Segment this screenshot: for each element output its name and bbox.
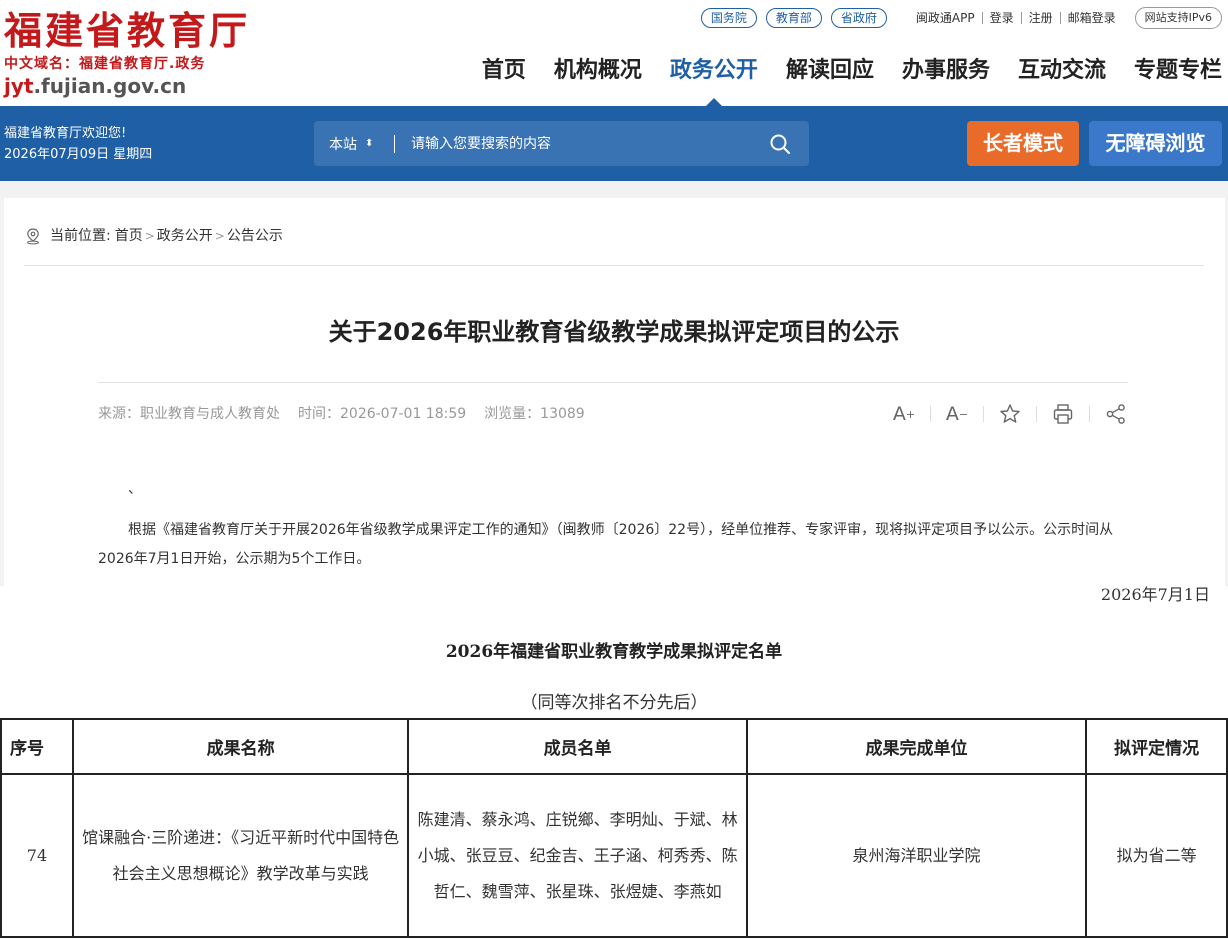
col-header-name: 成果名称 (71, 718, 410, 775)
nav-interaction[interactable]: 互动交流 (1018, 54, 1106, 88)
article-tools: A + A − (892, 402, 1128, 426)
results-table: 序号 成果名称 成员名单 成果完成单位 拟评定情况 74 馆课融合·三阶递进：《… (0, 718, 1228, 938)
breadcrumb-prefix: 当前位置: (50, 228, 111, 244)
link-state-council[interactable]: 国务院 (700, 8, 757, 28)
nav-interpretation[interactable]: 解读回应 (786, 54, 874, 88)
breadcrumb-separator-icon: > (144, 229, 155, 243)
cell-status: 拟为省二等 (1085, 773, 1228, 938)
print-icon[interactable] (1051, 402, 1075, 426)
site-url-suffix: .fujian.gov.cn (33, 74, 187, 98)
search-scope-select[interactable]: 本站 ⬍ (314, 134, 394, 154)
col-header-unit: 成果完成单位 (745, 718, 1088, 775)
article-title: 关于2026年职业教育省级教学成果拟评定项目的公示 (328, 318, 900, 346)
breadcrumb-gov-affairs[interactable]: 政务公开 (157, 226, 213, 246)
search-bar: 本站 ⬍ (314, 121, 809, 166)
announcement-date: 2026年7月1日 (1100, 585, 1210, 604)
search-divider (394, 134, 395, 153)
breadcrumb-home[interactable]: 首页 (115, 226, 143, 246)
list-subtitle: （同等次排名不分先后） (520, 693, 708, 713)
article-time: 时间：2026-07-01 18:59 (298, 406, 467, 422)
breadcrumb-divider (24, 265, 1204, 266)
favorite-star-icon[interactable] (998, 402, 1022, 426)
font-decrease-icon[interactable]: A − (945, 402, 969, 426)
site-domain-label: 中文域名：福建省教育厅.政务 (4, 56, 206, 72)
col-header-status: 拟评定情况 (1085, 718, 1228, 775)
tool-divider (983, 406, 984, 422)
site-header: 福建省教育厅 中文域名：福建省教育厅.政务 jyt.fujian.gov.cn … (0, 0, 1228, 107)
col-header-members: 成员名单 (407, 718, 748, 775)
stray-mark: 、 (128, 481, 142, 497)
welcome-text: 福建省教育厅欢迎您! (4, 126, 127, 141)
link-register[interactable]: 注册 (1020, 12, 1060, 24)
welcome-block: 福建省教育厅欢迎您! 2026年07月09日 星期四 (4, 123, 152, 165)
font-increase-icon[interactable]: A + (892, 402, 916, 426)
article-source: 来源：职业教育与成人教育处 (98, 406, 280, 422)
link-provincial-gov[interactable]: 省政府 (830, 8, 887, 28)
cell-members: 陈建清、蔡永鸿、庄锐鄉、李明灿、于斌、林小城、张豆豆、纪金吉、王子涵、柯秀秀、陈… (407, 773, 748, 938)
article-views: 浏览量：13089 (484, 406, 585, 422)
main-nav: 首页 机构概况 政务公开 解读回应 办事服务 互动交流 专题专栏 (454, 54, 1222, 107)
share-icon[interactable] (1104, 402, 1128, 426)
col-header-index: 序号 (0, 718, 74, 775)
tool-divider (1089, 406, 1090, 422)
link-login[interactable]: 登录 (981, 12, 1021, 24)
table-header-row: 序号 成果名称 成员名单 成果完成单位 拟评定情况 (0, 718, 1228, 775)
cell-index: 74 (0, 773, 74, 938)
link-mzt-app[interactable]: 闽政通APP (896, 12, 982, 24)
ipv6-badge: 网站支持IPv6 (1134, 7, 1222, 29)
site-logo-title[interactable]: 福建省教育厅 (4, 8, 250, 54)
table-row: 74 馆课融合·三阶递进：《习近平新时代中国特色社会主义思想概论》教学改革与实践… (0, 773, 1228, 938)
tool-divider (930, 406, 931, 422)
elder-mode-button[interactable]: 长者模式 (967, 121, 1079, 166)
site-url-prefix: jyt (4, 74, 34, 98)
location-icon (27, 228, 39, 245)
breadcrumb: 当前位置: 首页 > 政务公开 > 公告公示 (24, 226, 283, 246)
breadcrumb-separator-icon: > (214, 229, 225, 243)
nav-government-affairs-label: 政务公开 (669, 58, 758, 83)
site-url[interactable]: jyt.fujian.gov.cn (4, 74, 186, 98)
accessible-browse-button[interactable]: 无障碍浏览 (1089, 121, 1222, 166)
search-input[interactable] (411, 135, 751, 152)
nav-government-affairs[interactable]: 政务公开 (669, 54, 758, 107)
search-icon[interactable] (769, 133, 791, 155)
nav-home[interactable]: 首页 (482, 54, 526, 88)
link-mail-login[interactable]: 邮箱登录 (1059, 12, 1123, 24)
current-date: 2026年07月09日 星期四 (4, 147, 153, 162)
title-divider (98, 382, 1128, 383)
article-meta: 来源：职业教育与成人教育处 时间：2026-07-01 18:59 浏览量：13… (98, 404, 603, 424)
breadcrumb-announcements[interactable]: 公告公示 (227, 226, 283, 246)
tool-divider (1036, 406, 1037, 422)
nav-organization[interactable]: 机构概况 (554, 54, 642, 88)
cell-unit: 泉州海洋职业学院 (745, 773, 1088, 938)
cell-name: 馆课融合·三阶递进：《习近平新时代中国特色社会主义思想概论》教学改革与实践 (71, 773, 410, 938)
nav-services[interactable]: 办事服务 (902, 54, 990, 88)
article-body: 根据《福建省教育厅关于开展2026年省级教学成果评定工作的通知》（闽教师〔202… (98, 522, 1114, 567)
nav-special-topics[interactable]: 专题专栏 (1134, 54, 1222, 88)
blue-toolbar: 福建省教育厅欢迎您! 2026年07月09日 星期四 本站 ⬍ 长者模式 无障碍… (0, 106, 1228, 181)
list-title: 2026年福建省职业教育教学成果拟评定名单 (445, 642, 783, 662)
scope-updown-icon: ⬍ (365, 138, 374, 149)
link-ministry-education[interactable]: 教育部 (765, 8, 822, 28)
search-scope-label: 本站 (329, 136, 357, 153)
top-links: 国务院 教育部 省政府 闽政通APP 登录 注册 邮箱登录 网站支持IPv6 (700, 7, 1222, 29)
